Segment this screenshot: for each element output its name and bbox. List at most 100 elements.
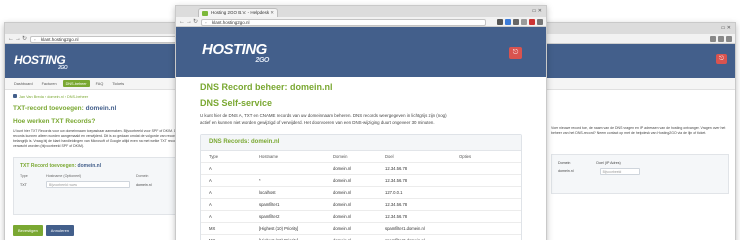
back-icon[interactable]: ← [179,18,185,26]
table-row[interactable]: Aspamfilter1 domein.nl 12.34.56.78 [201,198,521,211]
cell-opties [451,222,521,235]
address-row [531,34,735,44]
address-bar[interactable]: ▫ klant.hosting2go.nl [30,35,190,43]
reload-icon[interactable]: ↻ [22,35,27,43]
form-header-domain: Domein [136,174,149,178]
user-icon [13,94,17,98]
logout-button[interactable]: ⎋ [509,47,522,59]
cell-opties [451,234,521,240]
page-content: Jan Van Breda › domein.nl › DNS-beheer T… [5,90,199,240]
breadcrumb[interactable]: Jan Van Breda › domein.nl › DNS-beheer [13,94,191,99]
cancel-button[interactable]: Annuleren [45,225,75,236]
extension-icon[interactable] [505,18,511,25]
forward-icon[interactable]: → [15,35,21,43]
section-title: DNS Self-service [200,98,273,108]
cell-doel: 127.0.0.1 [377,186,451,199]
form-header-row: Type Hostname (Optioneel) Domein [20,174,184,178]
browser-window-right: ▭ ✕ ⎋ Voer nieuwe record toe, de naam va… [530,22,736,240]
site-header: HOSTING 2GO [5,44,199,78]
menu-icon[interactable] [537,18,543,25]
breadcrumb-text: Jan Van Breda › domein.nl › DNS-beheer [19,95,89,99]
menu-icon[interactable] [726,35,732,42]
logout-icon: ⎋ [512,49,519,56]
extension-icon[interactable] [521,18,527,25]
extension-icon[interactable] [718,35,724,42]
address-url: klant.hosting2go.nl [212,19,250,25]
screenshot-stage: ▭ ✕ ⎋ Voer nieuwe record toe, de naam va… [0,0,740,240]
logout-icon: ⎋ [719,56,724,62]
nav-item-faq[interactable]: FAQ [93,80,107,87]
cell-doel: spamfilter1.domein.nl [377,222,451,235]
nav-item-tickets[interactable]: Tickets [109,80,127,87]
hosting2go-logo[interactable]: HOSTING 2GO [202,41,269,64]
column-header-domein: Domein [333,154,348,159]
page-icon: ▫ [34,36,36,42]
table-row[interactable]: Aspamfilter2 domein.nl 12.34.56.78 [201,210,521,223]
nav-item-dns-beheer[interactable]: DNS-beheer [62,80,90,87]
tab-title: Hosting 2GO B.V. - Helpdesk [211,10,270,15]
hosting2go-logo[interactable]: HOSTING 2GO [14,53,68,71]
form-row: domein.nl Bijvoorbeeld [558,165,722,175]
extension-icon[interactable] [529,18,535,25]
table-row[interactable]: MX[Highest (10) Priority]domein.nlspamfi… [201,222,521,235]
cell-domein: domein.nl [325,174,377,187]
address-bar[interactable]: ▫ klant.hosting2go.nl [201,18,486,26]
browser-window-left: ← → ↻ ▫ klant.hosting2go.nl HOSTING 2GO D… [4,22,200,240]
page-content: DNS Record beheer: domein.nl DNS Self-se… [176,77,546,240]
page-title: DNS Record beheer: domein.nl [200,82,333,92]
browser-tab[interactable]: Hosting 2GO B.V. - Helpdesk ✕ [198,8,278,17]
back-icon[interactable]: ← [8,35,14,43]
cell-type: MX [201,234,251,240]
save-button[interactable]: Bevestigen [13,225,43,236]
column-header-opties: Opties [459,154,472,159]
cell-domein: domein.nl [325,234,377,240]
cell-hostname: * [251,174,325,187]
tab-strip [5,23,199,34]
extension-icon[interactable] [497,18,503,25]
form-type-value: TXT [20,183,27,187]
dns-records-table: Type Hostname Domein Doel Opties Adomein… [201,151,521,240]
cell-domein: domein.nl [325,198,377,211]
page-title-domain: domein.nl [85,105,117,112]
table-body: Adomein.nl 12.34.56.78 A * domein.nl 12.34.56… [201,162,521,240]
sub-navigation: Dashboard Facturen DNS-beheer FAQ Ticket… [5,78,199,90]
window-controls[interactable]: ▭ ✕ [721,25,731,31]
logo-subtext: 2GO [255,57,270,64]
page-content: Voer nieuwe record toe, de naam van de D… [531,90,735,194]
tab-strip: ▭ ✕ [531,23,735,34]
page-icon: ▫ [205,19,207,25]
sub-navigation [531,78,735,90]
extension-icon[interactable] [710,35,716,42]
tab-strip: Hosting 2GO B.V. - Helpdesk ✕ ▭ ✕ [176,6,546,17]
logo-text: HOSTING [202,41,267,58]
ip-input[interactable]: Bijvoorbeeld [599,168,640,175]
cell-opties [451,210,521,223]
table-row[interactable]: Alocalhost domein.nl 127.0.0.1 [201,186,521,199]
forward-icon[interactable]: → [186,18,192,26]
cell-type: MX [201,222,251,235]
hostname-input[interactable]: Bijvoorbeeld: www [46,181,130,188]
column-header-hostname: Hostname [259,154,279,159]
nav-item-facturen[interactable]: Facturen [39,80,60,87]
table-row[interactable]: Adomein.nl 12.34.56.78 [201,162,521,175]
window-controls[interactable]: ▭ ✕ [532,8,542,14]
close-icon[interactable]: ✕ [270,10,274,16]
form-header-domain: Domein [558,161,571,165]
reload-icon[interactable]: ↻ [193,18,198,26]
cell-type: A [201,210,251,223]
cell-hostname: localhost [251,186,325,199]
cell-hostname: spamfilter1 [251,198,325,211]
logout-button[interactable]: ⎋ [716,54,727,64]
address-row: ← → ↻ ▫ klant.hosting2go.nl [176,17,546,27]
cell-hostname: spamfilter2 [251,210,325,223]
logo-subtext: 2GO [58,65,68,71]
cell-domein: domein.nl [325,222,377,235]
table-row[interactable]: A * domein.nl 12.34.56.78 [201,174,521,187]
nav-item-dashboard[interactable]: Dashboard [11,80,36,87]
cell-opties [451,174,521,187]
cell-doel: 12.34.56.78 [377,162,451,175]
panel-title-prefix: TXT Record toevoegen: [20,163,77,169]
cell-opties [451,162,521,175]
extension-icon[interactable] [513,18,519,25]
table-row[interactable]: MX[Highest (10) Priority]domein.nlspamfi… [201,234,521,240]
